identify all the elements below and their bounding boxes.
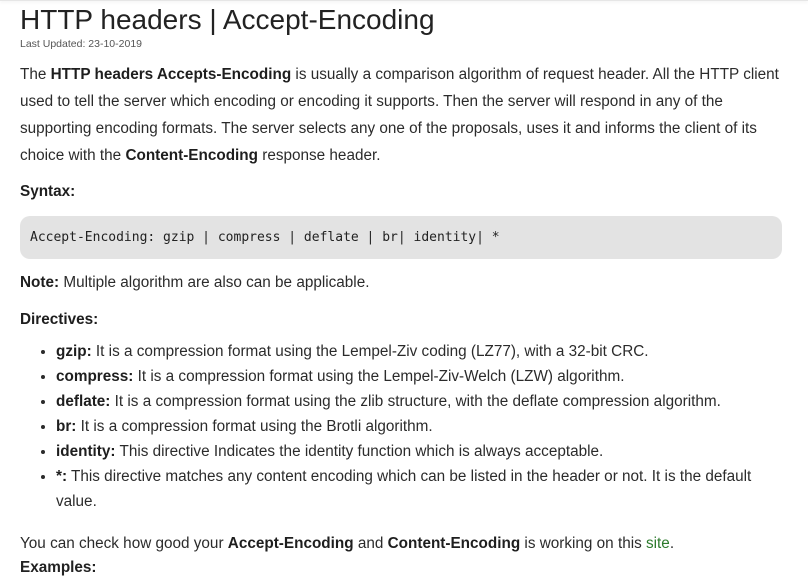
intro-text-1: The [20,66,51,83]
directive-term: gzip: [56,343,92,360]
syntax-label-text: Syntax: [20,183,76,200]
directive-description: It is a compression format using the Bro… [76,418,433,435]
closing-text-2: and [353,535,388,552]
list-item: gzip: It is a compression format using t… [56,339,790,364]
intro-bold-header-name: HTTP headers Accepts-Encoding [50,66,292,83]
directives-label-text: Directives: [20,311,99,328]
examples-heading: Examples: [20,559,97,576]
directives-list: gzip: It is a compression format using t… [20,339,790,514]
closing-paragraph: You can check how good your Accept-Encod… [20,530,790,557]
page-title: HTTP headers | Accept-Encoding [20,4,435,35]
list-item: identity: This directive Indicates the i… [56,439,790,464]
intro-bold-content-encoding: Content-Encoding [125,147,258,164]
last-updated-date: Last Updated: 23-10-2019 [20,38,143,50]
intro-paragraph: The HTTP headers Accepts-Encoding is usu… [20,61,790,169]
syntax-label: Syntax: [20,178,790,205]
article-content: HTTP headers | Accept-Encoding Last Upda… [20,0,790,577]
syntax-code-block: Accept-Encoding: gzip | compress | defla… [20,216,782,259]
closing-text-1: You can check how good your [20,535,228,552]
directive-description: It is a compression format using the zli… [110,393,721,410]
directive-term: *: [56,468,68,485]
note-paragraph: Note: Multiple algorithm are also can be… [20,269,790,296]
closing-bold-content-encoding: Content-Encoding [387,535,521,552]
intro-text-3: response header. [258,147,381,164]
list-item: *: This directive matches any content en… [56,464,790,514]
closing-text-4: . [669,535,675,552]
directive-description: It is a compression format using the Lem… [91,343,649,360]
list-item: br: It is a compression format using the… [56,414,790,439]
list-item: compress: It is a compression format usi… [56,364,790,389]
directive-description: This directive matches any content encod… [56,468,752,510]
directive-term: deflate: [56,393,111,410]
closing-bold-accept-encoding: Accept-Encoding [227,535,354,552]
directive-term: br: [56,418,77,435]
directive-description: This directive Indicates the identity fu… [115,443,604,460]
site-link[interactable]: site [646,535,670,552]
list-item: deflate: It is a compression format usin… [56,389,790,414]
note-label: Note: [20,274,60,291]
closing-text-3: is working on this [520,535,646,552]
note-text: Multiple algorithm are also can be appli… [59,274,370,291]
directive-term: identity: [56,443,116,460]
directives-label: Directives: [20,306,790,333]
directive-term: compress: [56,368,134,385]
directive-description: It is a compression format using the Lem… [133,368,625,385]
